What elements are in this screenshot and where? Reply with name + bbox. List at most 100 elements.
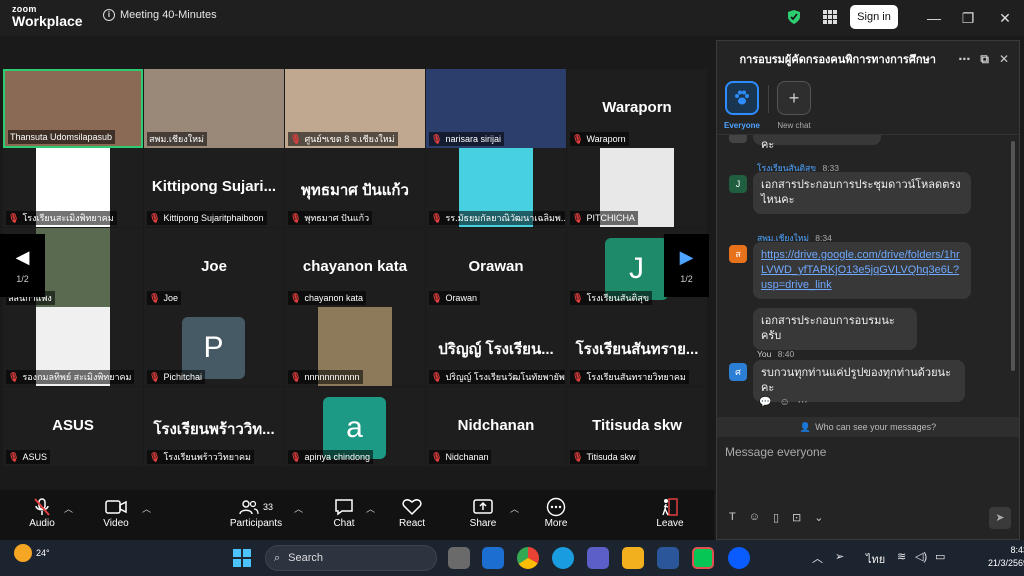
chat-options-caret[interactable]: ︿: [366, 502, 375, 515]
message-bubble: https://drive.google.com/drive/folders/1…: [753, 242, 971, 299]
share-button[interactable]: Share: [465, 496, 501, 529]
participant-tile[interactable]: Joe 🎙 Joe: [144, 228, 284, 307]
emoji-icon[interactable]: ☺: [779, 397, 789, 408]
mic-muted-icon: 🎙: [8, 212, 20, 223]
participant-tile[interactable]: 🎙 รองกมลทิพย์ สะเมิงพิทยาคม: [3, 307, 143, 386]
gallery-view-icon[interactable]: [823, 10, 837, 24]
sign-in-button[interactable]: Sign in: [850, 5, 898, 29]
shield-icon[interactable]: [787, 9, 801, 25]
participant-tile[interactable]: Titisuda skw 🎙 Titisuda skw: [567, 387, 707, 466]
input-language[interactable]: ไทย: [866, 550, 885, 568]
task-view-icon[interactable]: [448, 547, 470, 569]
message-sender: You 8:40: [757, 349, 795, 359]
wifi-icon[interactable]: ≋: [897, 550, 906, 563]
text-format-icon[interactable]: T: [729, 511, 736, 524]
participant-tile[interactable]: 🎙 รร.มัธยมกัลยาณิวัฒนาเฉลิมพ...: [426, 148, 566, 227]
chat-scrollbar[interactable]: [1011, 141, 1015, 371]
participant-name: ปริญญ์ โรงเรียนวัฒโนทัยพายัพ: [445, 372, 565, 382]
participant-tile[interactable]: Orawan 🎙 Orawan: [426, 228, 566, 307]
more-icon[interactable]: ⋯: [798, 397, 808, 408]
react-button[interactable]: React: [394, 496, 430, 529]
audio-options-caret[interactable]: ︿: [64, 502, 73, 515]
line-app-icon[interactable]: [692, 547, 714, 569]
participant-display-name: โรงเรียนสันทราย...: [575, 341, 699, 358]
video-options-caret[interactable]: ︿: [142, 502, 151, 515]
privacy-notice[interactable]: 👤 Who can see your messages?: [717, 417, 1019, 437]
meeting-info-button[interactable]: i Meeting 40-Minutes: [103, 9, 217, 21]
camera-app-icon[interactable]: [657, 547, 679, 569]
taskbar-search[interactable]: ⌕ Search: [265, 545, 437, 571]
participant-tile[interactable]: Waraporn 🎙 Waraporn: [567, 69, 707, 148]
location-icon[interactable]: ➢: [835, 550, 844, 563]
outlook-icon[interactable]: [482, 547, 504, 569]
screenshot-icon[interactable]: ⊡: [792, 511, 801, 524]
participant-tile[interactable]: ASUS 🎙 ASUS: [3, 387, 143, 466]
audio-button[interactable]: Audio: [24, 496, 60, 529]
participant-tile[interactable]: 🎙 โรงเรียนสะเมิงพิทยาคม: [3, 148, 143, 227]
participant-name: ASUS: [22, 452, 47, 462]
participant-tile[interactable]: a 🎙 apinya chindong: [285, 387, 425, 466]
more-button[interactable]: More: [538, 496, 574, 529]
minimize-button[interactable]: —: [924, 8, 944, 28]
reply-icon[interactable]: 💬: [759, 397, 771, 408]
participant-tile[interactable]: โรงเรียนพร้าววิท... 🎙 โรงเรียนพร้าววิทยาคม: [144, 387, 284, 466]
participant-display-name: Waraporn: [602, 99, 672, 116]
pop-out-icon[interactable]: ⧉: [980, 52, 989, 67]
participant-tile[interactable]: พุทธมาศ ปันแก้ว 🎙 พุทธมาศ ปันแก้ว: [285, 148, 425, 227]
participant-tile[interactable]: 🎙 nnnnnnnnnnn: [285, 307, 425, 386]
participant-tile[interactable]: Thansuta Udomsilapasub: [3, 69, 143, 148]
next-page-button[interactable]: ▶ 1/2: [664, 234, 709, 297]
participant-tile[interactable]: Nidchanan 🎙 Nidchanan: [426, 387, 566, 466]
participant-name-tag: 🎙 narisara sirijai: [429, 132, 504, 146]
participant-tile[interactable]: P 🎙 Pichitchai: [144, 307, 284, 386]
speaker-icon[interactable]: ◁): [915, 550, 927, 563]
emoji-icon[interactable]: ☺: [749, 511, 760, 524]
leave-button[interactable]: Leave: [652, 496, 688, 529]
participant-tile[interactable]: chayanon kata 🎙 chayanon kata: [285, 228, 425, 307]
participant-tile[interactable]: สพม.เชียงใหม่: [144, 69, 284, 148]
participants-label: Participants: [229, 518, 283, 529]
new-chat-button[interactable]: +: [777, 81, 811, 115]
heart-icon: [402, 499, 422, 516]
participant-tile[interactable]: โรงเรียนสันทราย... 🎙 โรงเรียนสันทรายวิทยาค…: [567, 307, 707, 386]
send-button[interactable]: ➤: [989, 507, 1011, 529]
edge-icon[interactable]: [552, 547, 574, 569]
mic-muted-icon: 🎙: [290, 451, 302, 462]
chevron-right-icon: ▶: [679, 247, 694, 267]
share-options-caret[interactable]: ︿: [510, 502, 519, 515]
weather-widget[interactable]: 24°: [14, 544, 50, 562]
start-button[interactable]: [233, 549, 251, 567]
teams-icon[interactable]: [587, 547, 609, 569]
zoom-app-icon[interactable]: [728, 547, 750, 569]
battery-icon[interactable]: ▭: [935, 550, 945, 563]
system-clock[interactable]: 8:43 21/3/2569: [988, 544, 1024, 570]
participant-name: chayanon kata: [304, 293, 363, 303]
close-button[interactable]: ✕: [995, 8, 1015, 28]
participant-tile[interactable]: 🎙 narisara sirijai: [426, 69, 566, 148]
mic-muted-icon: 🎙: [431, 292, 443, 303]
participant-name: โรงเรียนสันติสุข: [586, 293, 649, 303]
chevron-down-icon[interactable]: ⌄: [814, 511, 823, 524]
participant-tile[interactable]: Kittipong Sujari... 🎙 Kittipong Sujaritpha…: [144, 148, 284, 227]
chrome-icon[interactable]: [517, 547, 539, 569]
participant-tile[interactable]: 🎙 ศูนย์ฯเขต 8 จ.เชียงใหม่: [285, 69, 425, 148]
video-button[interactable]: Video: [98, 496, 134, 529]
file-explorer-icon[interactable]: [622, 547, 644, 569]
participant-name-tag: 🎙 Nidchanan: [429, 450, 492, 464]
participant-tile[interactable]: 🎙 PITCHICHA: [567, 148, 707, 227]
file-icon[interactable]: ▯: [773, 511, 779, 524]
mic-muted-icon: 🎙: [572, 451, 584, 462]
restore-button[interactable]: ❐: [958, 8, 978, 28]
everyone-button[interactable]: [725, 81, 759, 115]
more-options-icon[interactable]: ⋯: [958, 52, 970, 66]
chat-button[interactable]: Chat: [326, 496, 362, 529]
drive-link[interactable]: https://drive.google.com/drive/folders/1…: [761, 249, 960, 291]
participants-options-caret[interactable]: ︿: [294, 502, 303, 515]
prev-page-button[interactable]: ◀ 1/2: [0, 234, 45, 297]
message-input[interactable]: Message everyone: [725, 445, 826, 459]
participants-button[interactable]: 33 Participants: [228, 496, 284, 529]
participant-name-tag: 🎙 Joe: [147, 291, 181, 305]
close-chat-icon[interactable]: ✕: [999, 52, 1009, 66]
participant-tile[interactable]: ปริญญ์ โรงเรียน... 🎙 ปริญญ์ โรงเรียนวัฒโนท…: [426, 307, 566, 386]
chevron-up-icon[interactable]: ︿: [812, 550, 823, 566]
